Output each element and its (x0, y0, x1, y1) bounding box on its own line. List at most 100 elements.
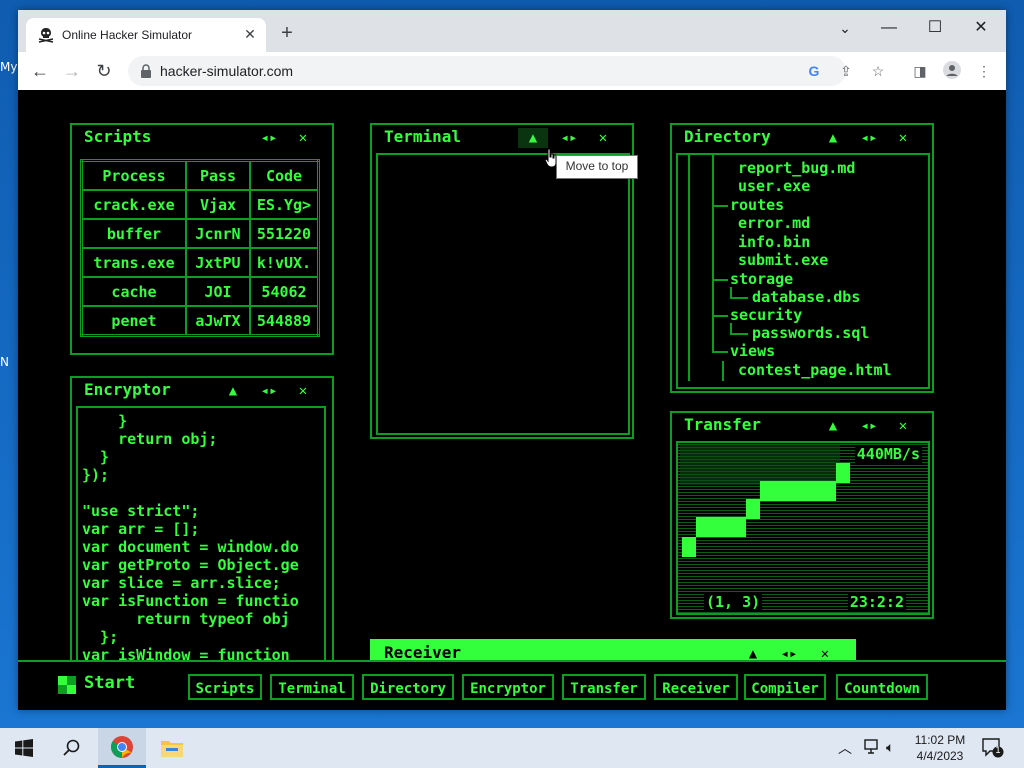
resize-icon[interactable]: ◂▸ (258, 128, 280, 148)
move-to-top-icon[interactable]: ▲ (822, 416, 844, 436)
close-icon[interactable]: ✕ (892, 416, 914, 436)
tree-line (688, 155, 690, 381)
share-icon[interactable]: ⇪ (836, 61, 856, 81)
transfer-step-bar (696, 517, 746, 537)
search-icon[interactable] (48, 728, 96, 768)
browser-tab[interactable]: Online Hacker Simulator ✕ (26, 18, 266, 52)
window-header[interactable]: Scripts ◂▸ ✕ (72, 125, 332, 151)
new-tab-icon[interactable]: + (276, 23, 298, 45)
resize-icon[interactable]: ◂▸ (258, 381, 280, 401)
taskbar-scripts-button[interactable]: Scripts (188, 674, 262, 700)
tree-item[interactable]: storage (730, 270, 793, 288)
minimize-icon[interactable]: — (866, 14, 912, 42)
window-header[interactable]: Encryptor ▲ ◂▸ ✕ (72, 378, 332, 404)
scripts-table: Process Pass Code crack.exe Vjax ES.Yg> … (80, 159, 320, 337)
forward-icon[interactable]: → (60, 59, 84, 83)
tree-item[interactable]: report_bug.md (738, 159, 855, 177)
chevron-up-icon[interactable]: ︿ (838, 738, 854, 758)
tree-line (722, 361, 724, 381)
reload-icon[interactable]: ↻ (92, 59, 116, 83)
table-cell: 544889 (249, 305, 320, 337)
transfer-window[interactable]: Transfer ▲ ◂▸ ✕ 440MB/s (1, 3) 23:2:2 (670, 411, 934, 619)
close-icon[interactable]: ✕ (592, 128, 614, 148)
transfer-step-bar (682, 537, 696, 557)
address-bar[interactable]: hacker-simulator.com G ⇪ ☆ (128, 56, 884, 86)
browser-menu-icon[interactable]: ⋮ (974, 61, 994, 81)
start-button[interactable]: Start (84, 673, 135, 693)
table-cell: penet (80, 305, 187, 337)
tab-search-icon[interactable]: ⌄ (822, 14, 868, 42)
directory-title: Directory (684, 127, 771, 146)
table-cell: buffer (80, 218, 187, 249)
tree-item[interactable]: security (730, 306, 802, 324)
directory-window[interactable]: Directory ▲ ◂▸ ✕ report_bug.md user.exe (670, 123, 934, 393)
tree-item[interactable]: submit.exe (738, 251, 828, 269)
taskbar-terminal-button[interactable]: Terminal (270, 674, 354, 700)
move-to-top-icon[interactable]: ▲ (518, 128, 548, 148)
code-line: } (82, 412, 128, 430)
resize-icon[interactable]: ◂▸ (858, 416, 880, 436)
close-icon[interactable]: ✕ (292, 128, 314, 148)
resize-icon[interactable]: ◂▸ (858, 128, 880, 148)
move-to-top-icon[interactable]: ▲ (822, 128, 844, 148)
code-line: } (82, 448, 110, 466)
code-line: }; (82, 628, 119, 646)
terminal-output[interactable] (376, 153, 630, 435)
table-row: cache JOI 54062 (80, 276, 320, 307)
close-icon[interactable]: ✕ (892, 128, 914, 148)
network-icon[interactable] (862, 739, 880, 757)
table-row: crack.exe Vjax ES.Yg> (80, 189, 320, 220)
tree-item[interactable]: info.bin (738, 233, 810, 251)
resize-icon[interactable]: ◂▸ (558, 128, 580, 148)
back-icon[interactable]: ← (28, 59, 52, 83)
code-line: var isFunction = functio (82, 592, 299, 610)
taskbar-countdown-button[interactable]: Countdown (836, 674, 928, 700)
google-translate-icon[interactable]: G (804, 61, 824, 81)
tree-item[interactable]: contest_page.html (738, 361, 892, 379)
taskbar-encryptor-button[interactable]: Encryptor (462, 674, 554, 700)
tree-item[interactable]: user.exe (738, 177, 810, 195)
transfer-progress-graph (680, 445, 850, 557)
table-cell: k!vUX. (249, 247, 320, 278)
desktop-icon-label[interactable]: N (0, 355, 9, 369)
window-header[interactable]: Directory ▲ ◂▸ ✕ (672, 125, 932, 151)
taskbar-directory-button[interactable]: Directory (362, 674, 454, 700)
close-icon[interactable]: ✕ (292, 381, 314, 401)
start-logo-icon[interactable] (58, 676, 76, 694)
taskbar-compiler-button[interactable]: Compiler (744, 674, 826, 700)
profile-avatar-icon[interactable] (942, 61, 962, 81)
transfer-step-bar (836, 463, 850, 483)
file-explorer-icon[interactable] (148, 728, 196, 768)
bookmark-star-icon[interactable]: ☆ (868, 61, 888, 81)
table-cell: JcnrN (185, 218, 251, 249)
desktop-icon-label[interactable]: My (0, 60, 17, 74)
table-cell: trans.exe (80, 247, 187, 278)
system-clock[interactable]: 11:02 PM 4/4/2023 (912, 732, 968, 764)
terminal-title: Terminal (384, 127, 462, 146)
code-line: var slice = arr.slice; (82, 574, 281, 592)
window-header[interactable]: Transfer ▲ ◂▸ ✕ (672, 413, 932, 439)
move-to-top-icon[interactable]: ▲ (222, 381, 244, 401)
tree-item[interactable]: views (730, 342, 775, 360)
windows-start-icon[interactable] (0, 728, 48, 768)
tree-item[interactable]: error.md (738, 214, 810, 232)
notification-icon[interactable]: 1 (982, 738, 1004, 758)
chrome-taskbar-icon[interactable] (98, 728, 146, 768)
code-line: return typeof obj (82, 610, 290, 628)
taskbar-transfer-button[interactable]: Transfer (562, 674, 646, 700)
tree-item[interactable]: database.dbs (752, 288, 860, 306)
tree-item[interactable]: passwords.sql (752, 324, 869, 342)
encryptor-window[interactable]: Encryptor ▲ ◂▸ ✕ } return obj; } }); "us… (70, 376, 334, 680)
close-window-icon[interactable]: ✕ (958, 14, 1004, 42)
tree-item[interactable]: routes (730, 196, 784, 214)
maximize-icon[interactable]: ☐ (912, 14, 958, 42)
hacker-simulator-page: Scripts ◂▸ ✕ Process Pass Code crack.exe… (18, 90, 1006, 710)
taskbar-receiver-button[interactable]: Receiver (654, 674, 738, 700)
side-panel-icon[interactable]: ◨ (910, 61, 930, 81)
scripts-window[interactable]: Scripts ◂▸ ✕ Process Pass Code crack.exe… (70, 123, 334, 355)
tab-close-icon[interactable]: ✕ (240, 24, 260, 44)
code-line: "use strict"; (82, 502, 200, 520)
volume-icon[interactable]: 🔈︎ (886, 739, 904, 757)
window-header[interactable]: Terminal ▲ ◂▸ ✕ (372, 125, 632, 151)
